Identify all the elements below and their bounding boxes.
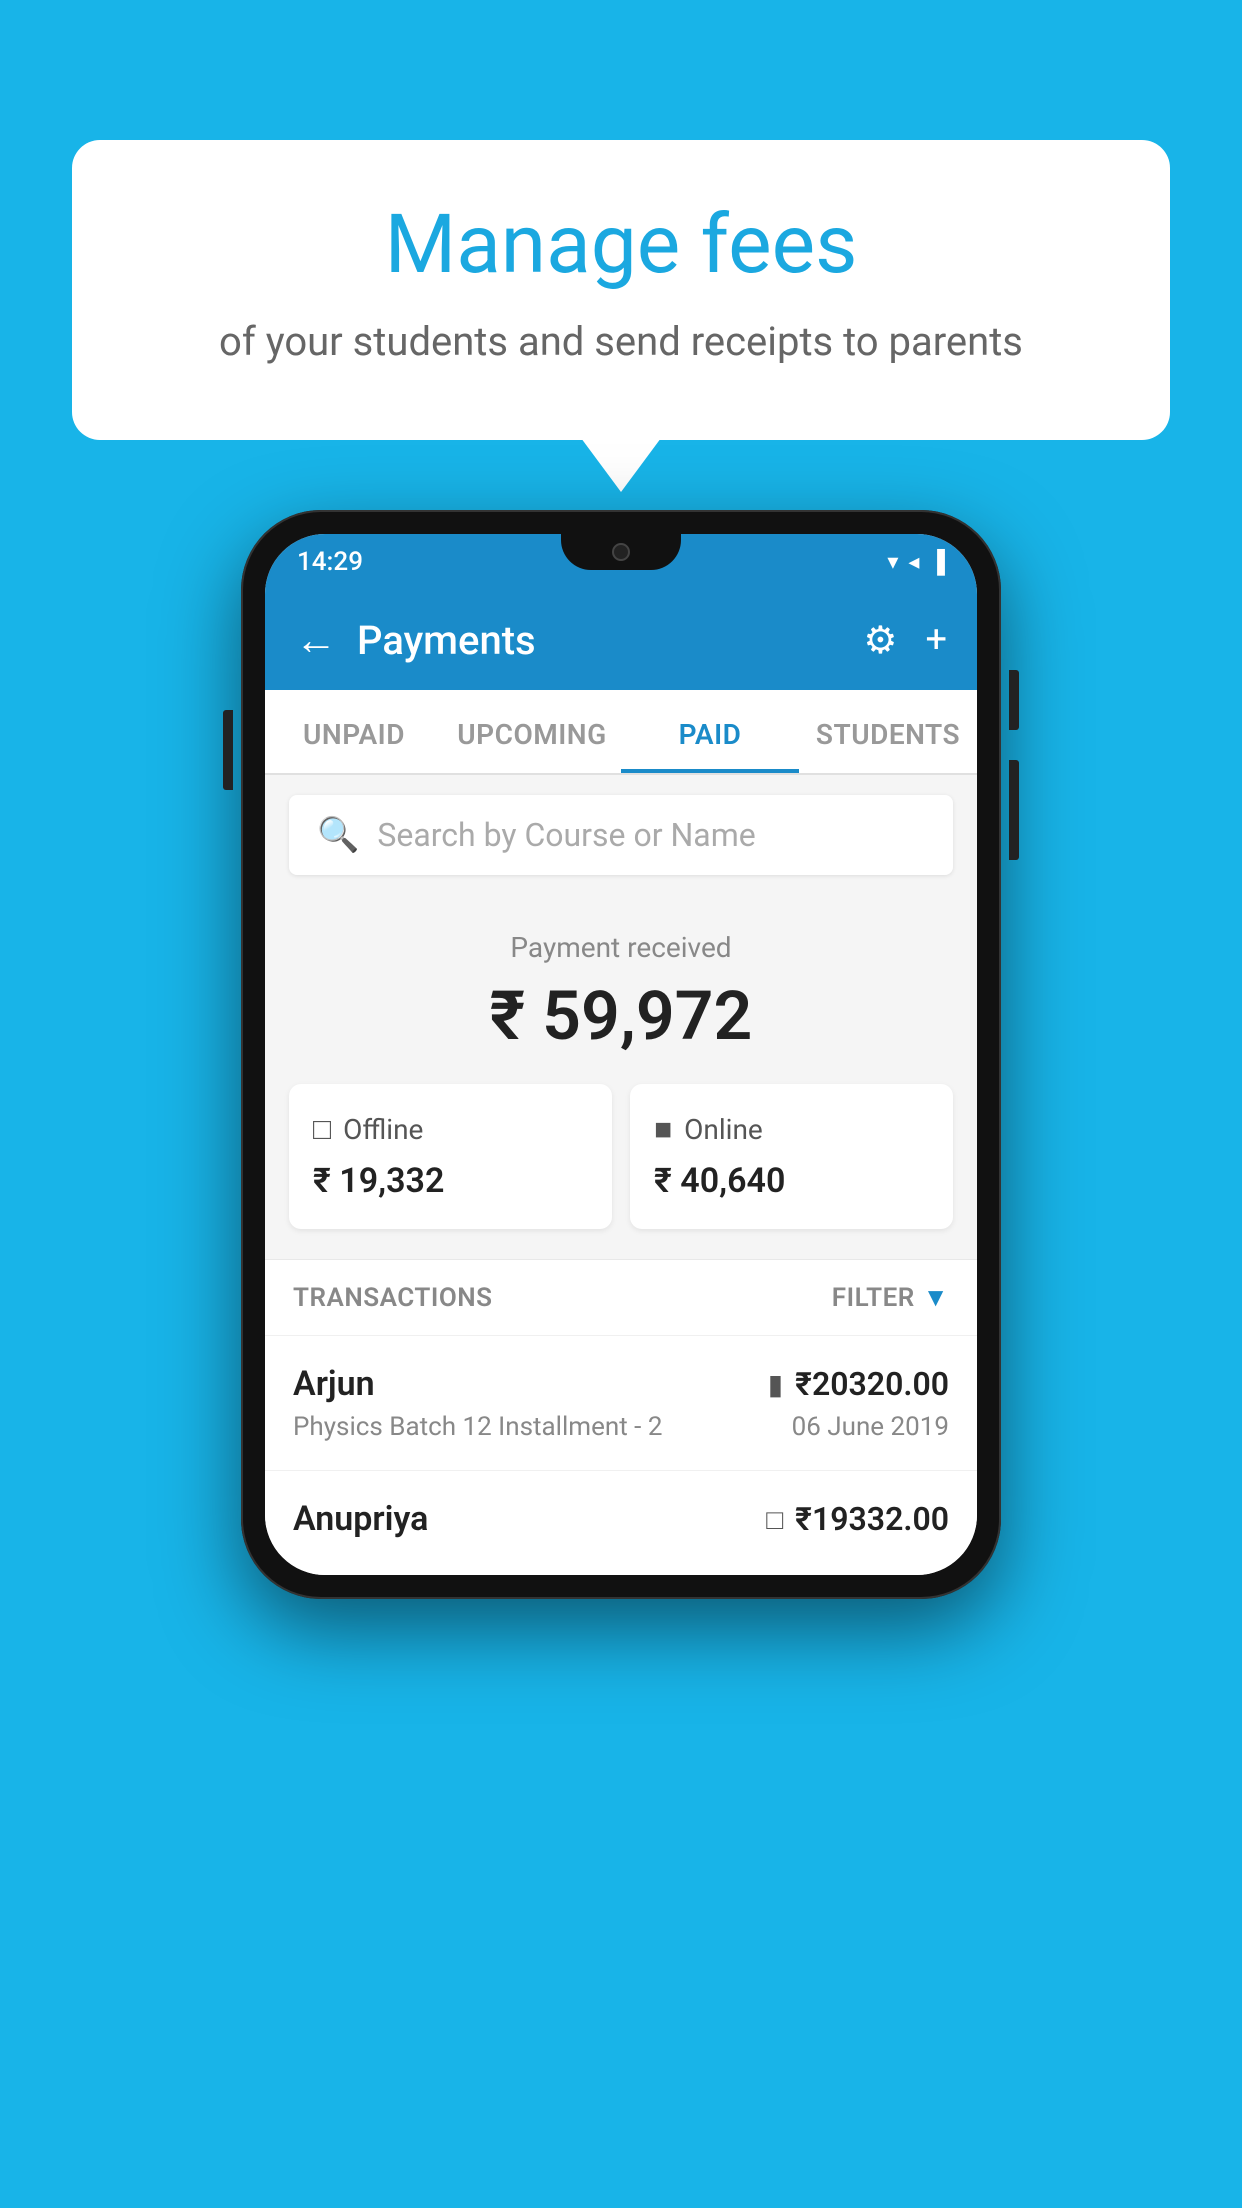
offline-icon: □ xyxy=(313,1112,331,1147)
phone-outer-frame: 14:29 ▾ ◂ ▐ ← Payments ⚙ + xyxy=(241,510,1001,1599)
offline-label: Offline xyxy=(343,1113,423,1146)
settings-icon[interactable]: ⚙ xyxy=(863,618,897,663)
transactions-header: TRANSACTIONS FILTER ▼ xyxy=(265,1259,977,1335)
battery-icon: ▐ xyxy=(929,549,945,575)
back-button[interactable]: ← xyxy=(295,616,337,665)
online-amount: ₹ 40,640 xyxy=(654,1161,929,1201)
signal-icon: ◂ xyxy=(908,550,919,575)
transaction-name: Anupriya xyxy=(293,1499,428,1539)
tab-students[interactable]: STUDENTS xyxy=(799,690,977,773)
tab-unpaid[interactable]: UNPAID xyxy=(265,690,443,773)
side-button-right-top xyxy=(1009,670,1019,730)
payment-received-label: Payment received xyxy=(289,931,953,964)
filter-label: FILTER xyxy=(832,1283,915,1313)
transaction-name: Arjun xyxy=(293,1364,375,1404)
tab-upcoming[interactable]: UPCOMING xyxy=(443,690,621,773)
transaction-top: Anupriya □ ₹19332.00 xyxy=(293,1499,949,1539)
phone-screen: 14:29 ▾ ◂ ▐ ← Payments ⚙ + xyxy=(265,534,977,1575)
transaction-amount: ₹20320.00 xyxy=(795,1365,949,1403)
offline-payment-icon: □ xyxy=(766,1503,783,1536)
transaction-row[interactable]: Anupriya □ ₹19332.00 xyxy=(265,1470,977,1575)
camera xyxy=(612,543,630,561)
app-bar-actions: ⚙ + xyxy=(863,618,947,663)
offline-card-header: □ Offline xyxy=(313,1112,588,1147)
search-input[interactable]: Search by Course or Name xyxy=(377,816,755,854)
offline-amount: ₹ 19,332 xyxy=(313,1161,588,1201)
filter-icon: ▼ xyxy=(923,1282,949,1313)
tab-paid[interactable]: PAID xyxy=(621,690,799,773)
phone-device: 14:29 ▾ ◂ ▐ ← Payments ⚙ + xyxy=(241,510,1001,1599)
search-container: 🔍 Search by Course or Name xyxy=(265,775,977,895)
wifi-icon: ▾ xyxy=(887,550,898,575)
search-icon: 🔍 xyxy=(317,815,359,855)
transaction-amount: ₹19332.00 xyxy=(795,1500,949,1538)
transaction-amount-wrap: □ ₹19332.00 xyxy=(766,1500,949,1538)
transaction-detail: Physics Batch 12 Installment - 2 xyxy=(293,1412,662,1442)
transactions-label: TRANSACTIONS xyxy=(293,1283,493,1313)
status-bar: 14:29 ▾ ◂ ▐ xyxy=(265,534,977,590)
status-time: 14:29 xyxy=(297,547,363,577)
online-card-header: ■ Online xyxy=(654,1112,929,1147)
search-bar[interactable]: 🔍 Search by Course or Name xyxy=(289,795,953,875)
status-icons: ▾ ◂ ▐ xyxy=(887,549,945,575)
speech-bubble-container: Manage fees of your students and send re… xyxy=(72,140,1170,440)
filter-button[interactable]: FILTER ▼ xyxy=(832,1282,949,1313)
notch xyxy=(561,534,681,570)
total-payment-amount: ₹ 59,972 xyxy=(289,976,953,1056)
transaction-amount-wrap: ▮ ₹20320.00 xyxy=(768,1365,949,1403)
app-bar: ← Payments ⚙ + xyxy=(265,590,977,690)
online-label: Online xyxy=(684,1113,763,1146)
side-button-right-bottom xyxy=(1009,760,1019,860)
speech-bubble: Manage fees of your students and send re… xyxy=(72,140,1170,440)
payment-cards: □ Offline ₹ 19,332 ■ Online ₹ 40,640 xyxy=(289,1084,953,1229)
card-payment-icon: ▮ xyxy=(768,1368,783,1401)
offline-card: □ Offline ₹ 19,332 xyxy=(289,1084,612,1229)
speech-bubble-subtitle: of your students and send receipts to pa… xyxy=(152,314,1090,370)
transaction-row[interactable]: Arjun ▮ ₹20320.00 Physics Batch 12 Insta… xyxy=(265,1335,977,1470)
tab-bar: UNPAID UPCOMING PAID STUDENTS xyxy=(265,690,977,775)
transaction-top: Arjun ▮ ₹20320.00 xyxy=(293,1364,949,1404)
online-icon: ■ xyxy=(654,1112,672,1147)
transaction-date: 06 June 2019 xyxy=(792,1412,949,1442)
app-bar-title: Payments xyxy=(357,617,843,664)
payment-summary: Payment received ₹ 59,972 □ Offline ₹ 19… xyxy=(265,895,977,1259)
side-button-left xyxy=(223,710,233,790)
transaction-bottom: Physics Batch 12 Installment - 2 06 June… xyxy=(293,1412,949,1442)
speech-bubble-title: Manage fees xyxy=(152,200,1090,290)
add-icon[interactable]: + xyxy=(925,618,947,662)
online-card: ■ Online ₹ 40,640 xyxy=(630,1084,953,1229)
